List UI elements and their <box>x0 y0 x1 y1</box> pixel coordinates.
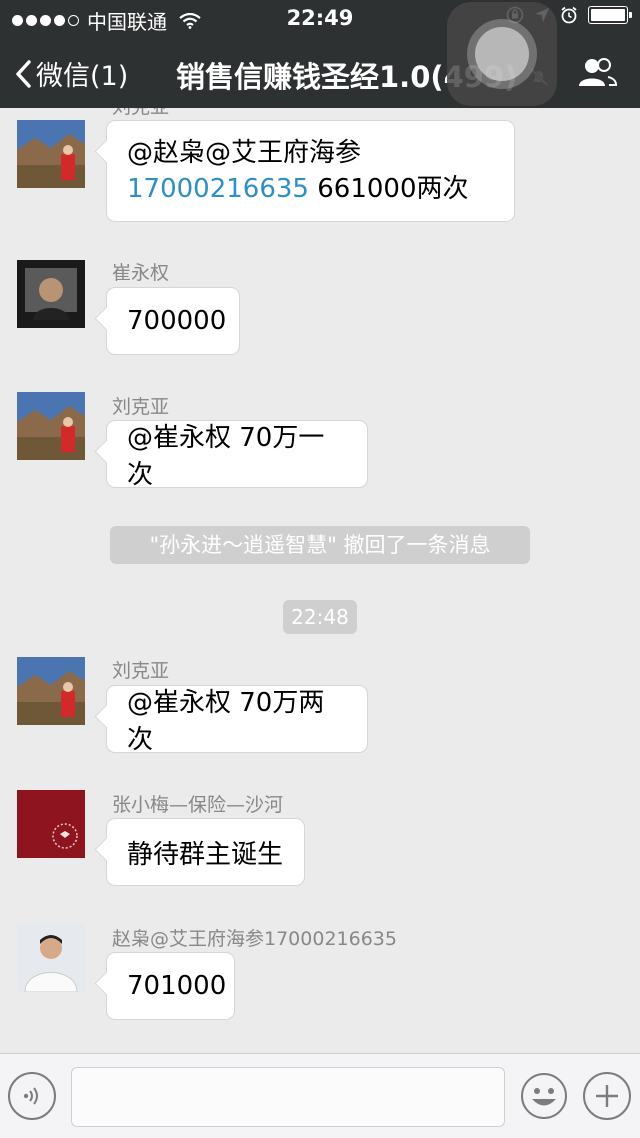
phone-link[interactable]: 17000216635 <box>127 174 309 204</box>
plus-icon <box>596 1085 618 1107</box>
message-bubble[interactable]: 700000 <box>106 287 240 355</box>
message-bubble[interactable]: 701000 <box>106 952 235 1020</box>
message-bubble[interactable]: @崔永权 70万两次 <box>106 685 368 755</box>
input-bar <box>0 1053 640 1138</box>
assistive-touch-button[interactable] <box>447 2 557 106</box>
sender-name: 刘克亚 <box>112 660 170 682</box>
avatar[interactable] <box>17 120 85 188</box>
message-text: @崔永权 70万两次 <box>127 688 325 755</box>
avatar[interactable] <box>17 260 85 328</box>
battery-icon <box>588 6 632 24</box>
message-bubble[interactable]: 静待群主诞生 <box>106 818 305 886</box>
avatar[interactable] <box>17 657 85 725</box>
group-info-icon[interactable] <box>578 56 618 90</box>
sender-name: 刘克亚 <box>112 396 170 418</box>
message-bubble[interactable]: @崔永权 70万一次 <box>106 420 368 490</box>
avatar[interactable] <box>17 924 85 992</box>
sender-name: 崔永权 <box>112 262 170 284</box>
recall-notice: "孙永进～逍遥智慧" 撤回了一条消息 <box>110 526 530 564</box>
sender-name: 赵枭@艾王府海参17000216635 <box>112 928 397 950</box>
alarm-icon <box>561 6 577 24</box>
message-text: @崔永权 70万一次 <box>127 423 325 490</box>
sender-name: 张小梅—保险—沙河 <box>112 794 284 816</box>
top-bar: 中国联通 22:49 微信(1) 销售信赚钱圣经1.0(499) <box>0 0 640 108</box>
timestamp: 22:48 <box>283 600 357 634</box>
avatar[interactable] <box>17 790 85 858</box>
message-text: 700000 <box>127 306 227 336</box>
chevron-left-icon <box>16 59 31 88</box>
back-label: 微信(1) <box>36 61 129 92</box>
avatar[interactable] <box>17 392 85 460</box>
back-button[interactable]: 微信(1) <box>14 54 128 93</box>
message-text: 661000两次 <box>317 174 469 204</box>
voice-input-button[interactable] <box>8 1072 56 1120</box>
sender-name: 刘克亚 <box>112 108 169 119</box>
message-list[interactable]: 刘克亚 @赵枭@艾王府海参 17000216635 661000两次 崔永权 <box>0 108 640 1053</box>
more-button[interactable] <box>583 1072 631 1120</box>
message-text: 701000 <box>127 971 227 1001</box>
message-mention: @赵枭@艾王府海参 <box>127 138 362 168</box>
emoji-button[interactable] <box>520 1072 568 1120</box>
message-input[interactable] <box>71 1067 505 1127</box>
message-bubble[interactable]: @赵枭@艾王府海参 17000216635 661000两次 <box>106 120 515 222</box>
message-text: 静待群主诞生 <box>127 839 284 870</box>
voice-icon <box>23 1087 38 1105</box>
